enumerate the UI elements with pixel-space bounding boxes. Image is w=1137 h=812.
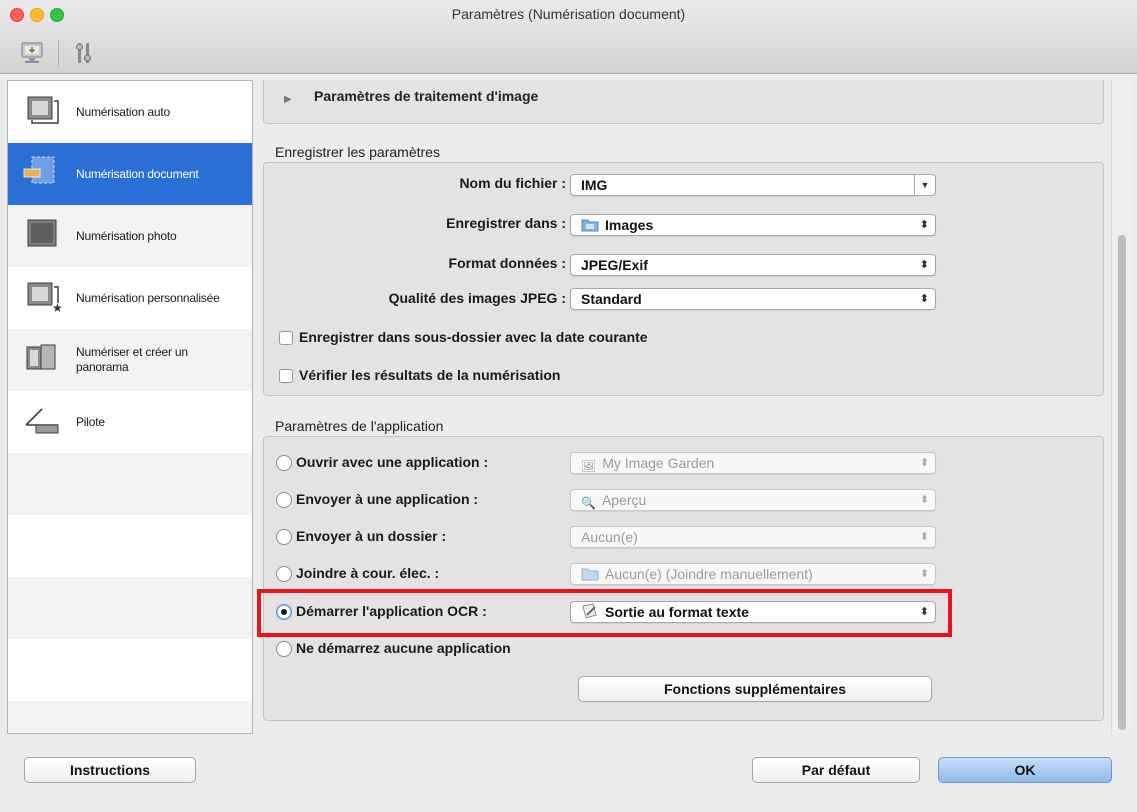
preview-app-icon: 🔍	[581, 496, 596, 510]
popup-arrows-icon: ⬍	[919, 494, 929, 506]
save-settings-group	[263, 162, 1104, 396]
sidebar-item-document-scan[interactable]: Numérisation document	[8, 143, 252, 205]
popup-arrows-icon: ⬍	[919, 219, 929, 231]
disclosure-triangle-icon[interactable]: ▶	[284, 94, 292, 105]
image-processing-title: Paramètres de traitement d'image	[314, 88, 539, 104]
save-settings-title: Enregistrer les paramètres	[275, 144, 440, 160]
sidebar-empty-row	[8, 701, 252, 733]
attach-email-label: Joindre à cour. élec. :	[296, 565, 440, 581]
sidebar-empty-row	[8, 515, 252, 577]
popup-arrows-icon: ⬍	[919, 531, 929, 543]
computer-scan-icon	[21, 42, 43, 63]
sidebar-item-photo-scan[interactable]: Numérisation photo	[8, 205, 252, 267]
image-garden-icon: 🖼	[581, 459, 597, 473]
send-to-folder-value: Aucun(e)	[581, 529, 638, 545]
sidebar-item-driver[interactable]: Pilote	[8, 391, 252, 453]
folder-icon	[581, 219, 599, 232]
save-in-popup[interactable]: Images ⬍	[570, 214, 936, 236]
subfolder-date-label: Enregistrer dans sous-dossier avec la da…	[299, 329, 648, 345]
open-with-app-popup[interactable]: 🖼 My Image Garden ⬍	[570, 452, 936, 474]
sidebar-item-custom-scan[interactable]: ★ Numérisation personnalisée	[8, 267, 252, 329]
open-with-app-value: My Image Garden	[602, 455, 715, 471]
send-to-folder-label: Envoyer à un dossier :	[296, 528, 447, 544]
window-title: Paramètres (Numérisation document)	[451, 6, 686, 22]
jpeg-quality-value: Standard	[581, 291, 642, 307]
save-in-value: Images	[605, 217, 654, 233]
more-functions-button[interactable]: Fonctions supplémentaires	[578, 676, 932, 702]
sidebar-item-label: Numérisation document	[76, 166, 199, 181]
data-format-label: Format données :	[448, 255, 566, 271]
subfolder-date-checkbox[interactable]	[279, 331, 293, 345]
scrollbar-thumb[interactable]	[1118, 235, 1126, 730]
send-to-app-radio[interactable]	[276, 492, 292, 508]
attach-email-radio[interactable]	[276, 566, 292, 582]
popup-arrows-icon: ⬍	[919, 293, 929, 305]
title-bar: Paramètres (Numérisation document)	[0, 0, 1137, 74]
ok-button[interactable]: OK	[938, 757, 1112, 783]
open-with-app-radio[interactable]	[276, 455, 292, 471]
ocr-highlight-box	[257, 589, 952, 637]
auto-scan-icon	[27, 96, 59, 124]
general-settings-tab[interactable]	[66, 38, 102, 68]
send-to-folder-radio[interactable]	[276, 529, 292, 545]
attach-email-value: Aucun(e) (Joindre manuellement)	[605, 566, 813, 582]
scanner-driver-icon	[25, 408, 59, 434]
custom-scan-icon: ★	[27, 282, 62, 313]
sidebar-item-label: Numériser et créer un panorama	[76, 345, 188, 374]
sidebar-item-label: Numérisation auto	[76, 104, 170, 119]
popup-arrows-icon: ⬍	[919, 259, 929, 271]
app-settings-title: Paramètres de l'application	[275, 418, 444, 434]
stitch-scan-icon	[26, 344, 56, 370]
instructions-button[interactable]: Instructions	[24, 757, 196, 783]
scan-mode-sidebar: Numérisation auto Numérisation document …	[7, 80, 253, 734]
image-processing-section[interactable]: ▶ Paramètres de traitement d'image	[263, 80, 1104, 124]
sidebar-item-label: Numérisation personnalisée	[76, 290, 220, 305]
defaults-button[interactable]: Par défaut	[752, 757, 920, 783]
sidebar-item-stitch-scan[interactable]: Numériser et créer un panorama	[8, 329, 252, 391]
send-to-app-popup[interactable]: 🔍 Aperçu ⬍	[570, 489, 936, 511]
photo-scan-icon	[27, 219, 57, 247]
scan-from-computer-tab[interactable]	[14, 38, 50, 68]
open-with-app-label: Ouvrir avec une application :	[296, 454, 489, 470]
data-format-value: JPEG/Exif	[581, 257, 648, 273]
attach-email-popup[interactable]: Aucun(e) (Joindre manuellement) ⬍	[570, 563, 936, 585]
sidebar-empty-row	[8, 453, 252, 515]
check-results-checkbox[interactable]	[279, 369, 293, 383]
folder-icon	[581, 568, 599, 581]
sidebar-item-auto-scan[interactable]: Numérisation auto	[8, 81, 252, 143]
filename-dropdown-button[interactable]: ▼	[914, 174, 936, 196]
svg-text:★: ★	[52, 301, 62, 313]
popup-arrows-icon: ⬍	[919, 568, 929, 580]
filename-label: Nom du fichier :	[459, 175, 566, 191]
settings-scrollbar[interactable]	[1111, 80, 1130, 734]
no-app-label: Ne démarrez aucune application	[296, 640, 511, 656]
send-to-app-label: Envoyer à une application :	[296, 491, 479, 507]
document-scan-icon	[23, 156, 55, 184]
tools-icon	[76, 43, 91, 63]
sidebar-item-label: Pilote	[76, 414, 105, 429]
popup-arrows-icon: ⬍	[919, 457, 929, 469]
data-format-popup[interactable]: JPEG/Exif ⬍	[570, 254, 936, 276]
no-app-radio[interactable]	[276, 641, 292, 657]
send-to-folder-popup[interactable]: Aucun(e) ⬍	[570, 526, 936, 548]
toolbar-separator	[58, 40, 59, 66]
save-in-label: Enregistrer dans :	[446, 215, 566, 231]
filename-field[interactable]: IMG	[570, 174, 916, 196]
sidebar-empty-row	[8, 639, 252, 701]
jpeg-quality-label: Qualité des images JPEG :	[388, 290, 566, 306]
send-to-app-value: Aperçu	[601, 492, 647, 508]
check-results-label: Vérifier les résultats de la numérisatio…	[299, 367, 561, 383]
jpeg-quality-popup[interactable]: Standard ⬍	[570, 288, 936, 310]
sidebar-item-label: Numérisation photo	[76, 228, 177, 243]
sidebar-empty-row	[8, 577, 252, 639]
